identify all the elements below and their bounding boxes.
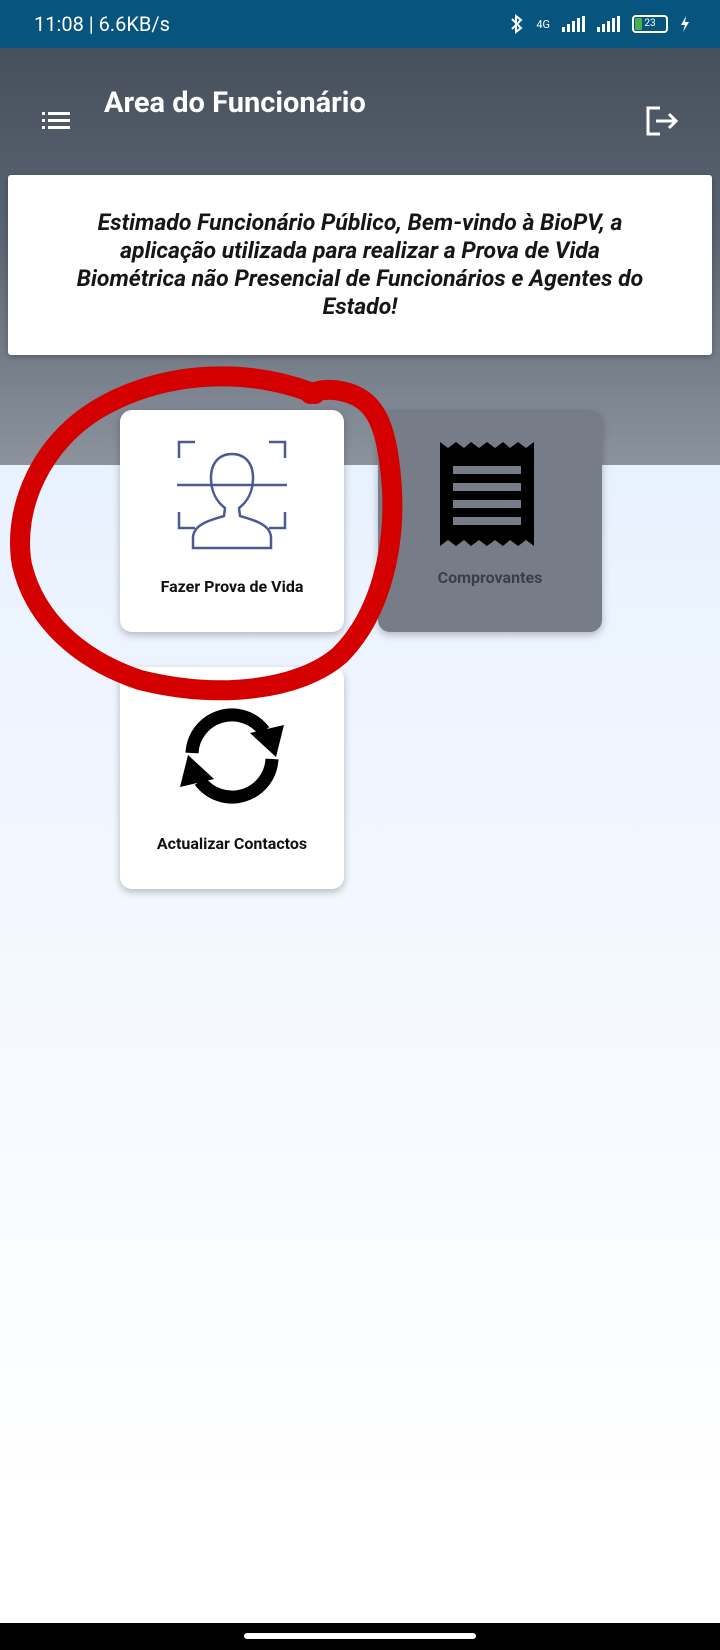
tile-fazer-prova-de-vida[interactable]: Fazer Prova de Vida bbox=[120, 410, 344, 632]
face-scan-icon bbox=[177, 440, 287, 550]
status-icons: 4G 23 bbox=[510, 14, 690, 34]
welcome-message: Estimado Funcionário Público, Bem-vindo … bbox=[76, 209, 644, 320]
bluetooth-icon bbox=[511, 14, 523, 34]
tile-comprovantes[interactable]: Comprovantes bbox=[378, 410, 602, 632]
navigation-bar bbox=[0, 1623, 720, 1650]
tile-label: Fazer Prova de Vida bbox=[160, 577, 304, 596]
tile-actualizar-contactos[interactable]: Actualizar Contactos bbox=[120, 667, 344, 889]
logout-icon[interactable] bbox=[644, 104, 680, 138]
tile-label: Actualizar Contactos bbox=[156, 834, 308, 853]
tile-label: Comprovantes bbox=[437, 568, 543, 587]
signal-icon bbox=[562, 16, 585, 32]
charging-icon bbox=[681, 16, 689, 32]
refresh-icon bbox=[180, 708, 284, 804]
status-time: 11:08 | 6.6KB/s bbox=[34, 12, 170, 36]
welcome-card: Estimado Funcionário Público, Bem-vindo … bbox=[8, 175, 712, 355]
status-bar: 11:08 | 6.6KB/s 4G 23 bbox=[0, 0, 720, 48]
home-indicator[interactable] bbox=[244, 1633, 476, 1639]
page-title: Area do Funcionário bbox=[104, 86, 366, 120]
receipt-icon bbox=[440, 442, 534, 546]
battery-level: 23 bbox=[644, 18, 656, 29]
battery-icon: 23 bbox=[632, 15, 668, 33]
network-type: 4G bbox=[536, 17, 550, 31]
signal-icon-2 bbox=[597, 16, 620, 32]
menu-icon[interactable] bbox=[40, 104, 74, 138]
